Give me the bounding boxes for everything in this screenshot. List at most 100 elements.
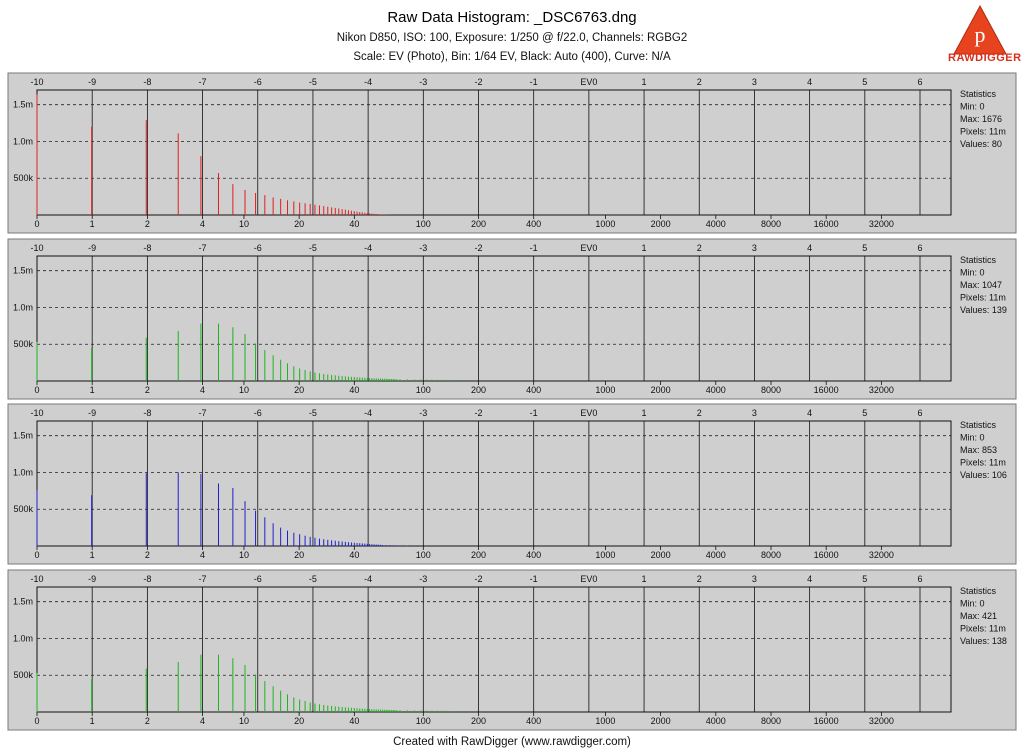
x-tick-label-bottom: 32000	[869, 385, 894, 395]
x-tick-label-bottom: 32000	[869, 219, 894, 229]
x-tick-label-bottom: 8000	[761, 716, 781, 726]
x-tick-label-top: -7	[199, 243, 207, 253]
x-tick-label-bottom: 1	[90, 219, 95, 229]
x-tick-label-bottom: 4000	[706, 550, 726, 560]
x-tick-label-bottom: 16000	[814, 219, 839, 229]
stats-max: Max: 1676	[960, 114, 1002, 124]
y-tick-label: 1.0m	[13, 136, 33, 146]
x-tick-label-top: -4	[364, 408, 372, 418]
y-tick-label: 1.0m	[13, 467, 33, 477]
x-tick-label-top: -2	[474, 243, 482, 253]
histogram-panel-r: -10 -9 -8 -7 -6 -5 -4 -3 -2 -1 EV0 1 2 3 4 5 6 0 1 2 4 10 20 40…	[7, 72, 1017, 234]
histogram-charts: -10 -9 -8 -7 -6 -5 -4 -3 -2 -1 EV0 1 2 3 4 5 60 1 2 4 10 20 40…	[7, 72, 1017, 731]
x-tick-label-top: 2	[697, 574, 702, 584]
x-tick-label-bottom: 8000	[761, 385, 781, 395]
x-tick-label-top: -3	[419, 574, 427, 584]
x-tick-label-bottom: 32000	[869, 550, 894, 560]
x-tick-label-bottom: 4	[200, 716, 205, 726]
x-tick-label-bottom: 1	[90, 550, 95, 560]
x-tick-label-top: -7	[199, 574, 207, 584]
x-tick-label-bottom: 40	[349, 385, 359, 395]
x-tick-label-bottom: 0	[34, 385, 39, 395]
x-tick-label-top: -5	[309, 408, 317, 418]
x-tick-label-top: EV0	[580, 574, 597, 584]
x-tick-label-bottom: 1	[90, 385, 95, 395]
x-tick-label-top: -4	[364, 77, 372, 87]
x-tick-label-bottom: 2000	[651, 716, 671, 726]
stats-values: Values: 80	[960, 139, 1002, 149]
x-tick-label-bottom: 400	[526, 219, 541, 229]
stats-min: Min: 0	[960, 102, 985, 112]
x-tick-label-bottom: 32000	[869, 716, 894, 726]
x-tick-label-bottom: 200	[471, 550, 486, 560]
y-tick-label: 1.5m	[13, 431, 33, 441]
y-tick-label: 1.5m	[13, 266, 33, 276]
x-tick-label-top: -6	[254, 408, 262, 418]
x-tick-label-top: -3	[419, 243, 427, 253]
x-tick-label-top: -5	[309, 243, 317, 253]
x-tick-label-bottom: 40	[349, 716, 359, 726]
x-tick-label-top: -7	[199, 408, 207, 418]
x-tick-label-bottom: 2000	[651, 219, 671, 229]
x-tick-label-top: -9	[88, 77, 96, 87]
x-tick-label-bottom: 200	[471, 716, 486, 726]
x-tick-label-top: -5	[309, 77, 317, 87]
x-tick-label-bottom: 4000	[706, 385, 726, 395]
x-tick-label-bottom: 2000	[651, 550, 671, 560]
x-tick-label-bottom: 8000	[761, 550, 781, 560]
x-tick-label-top: 6	[917, 243, 922, 253]
x-tick-label-top: -5	[309, 574, 317, 584]
x-tick-label-top: 3	[752, 243, 757, 253]
x-tick-label-top: -10	[30, 574, 43, 584]
x-tick-label-top: 5	[862, 77, 867, 87]
x-tick-label-bottom: 20	[294, 550, 304, 560]
stats-values: Values: 139	[960, 305, 1007, 315]
x-tick-label-top: -8	[143, 408, 151, 418]
x-tick-label-bottom: 1000	[595, 219, 615, 229]
x-tick-label-bottom: 10	[239, 716, 249, 726]
x-tick-label-top: -10	[30, 408, 43, 418]
x-tick-label-top: -8	[143, 574, 151, 584]
x-tick-label-bottom: 0	[34, 716, 39, 726]
x-tick-label-bottom: 16000	[814, 550, 839, 560]
x-tick-label-bottom: 16000	[814, 716, 839, 726]
x-tick-label-bottom: 0	[34, 550, 39, 560]
x-tick-label-top: -9	[88, 243, 96, 253]
plot-area	[36, 89, 952, 216]
x-tick-label-top: 3	[752, 408, 757, 418]
x-tick-label-top: 1	[642, 574, 647, 584]
x-tick-label-top: -1	[530, 408, 538, 418]
x-tick-label-top: 1	[642, 77, 647, 87]
x-tick-label-bottom: 4000	[706, 716, 726, 726]
stats-pixels: Pixels: 11m	[960, 293, 1006, 303]
y-tick-label: 1.5m	[13, 597, 33, 607]
x-tick-label-top: -4	[364, 243, 372, 253]
stats-title: Statistics	[960, 420, 997, 430]
x-tick-label-bottom: 20	[294, 219, 304, 229]
x-tick-label-top: -10	[30, 77, 43, 87]
x-tick-label-top: EV0	[580, 408, 597, 418]
x-tick-label-bottom: 1000	[595, 716, 615, 726]
x-tick-label-bottom: 10	[239, 550, 249, 560]
x-tick-label-bottom: 4	[200, 550, 205, 560]
x-tick-label-bottom: 200	[471, 219, 486, 229]
plot-area	[36, 420, 952, 547]
x-tick-label-bottom: 1000	[595, 385, 615, 395]
x-tick-label-bottom: 400	[526, 385, 541, 395]
x-tick-label-top: 6	[917, 408, 922, 418]
x-tick-label-top: 5	[862, 574, 867, 584]
x-tick-label-bottom: 100	[416, 219, 431, 229]
y-tick-label: 500k	[13, 504, 33, 514]
x-tick-label-top: -1	[530, 243, 538, 253]
x-tick-label-bottom: 200	[471, 385, 486, 395]
x-tick-label-bottom: 20	[294, 385, 304, 395]
plot-area	[36, 586, 952, 713]
x-tick-label-bottom: 10	[239, 219, 249, 229]
x-tick-label-top: 6	[917, 574, 922, 584]
x-tick-label-top: -10	[30, 243, 43, 253]
x-tick-label-top: -8	[143, 243, 151, 253]
x-tick-label-top: EV0	[580, 77, 597, 87]
stats-title: Statistics	[960, 255, 997, 265]
stats-title: Statistics	[960, 586, 997, 596]
histogram-panel-g: -10 -9 -8 -7 -6 -5 -4 -3 -2 -1 EV0 1 2 3 4 5 6 0 1 2 4 10 20 40…	[7, 238, 1017, 400]
